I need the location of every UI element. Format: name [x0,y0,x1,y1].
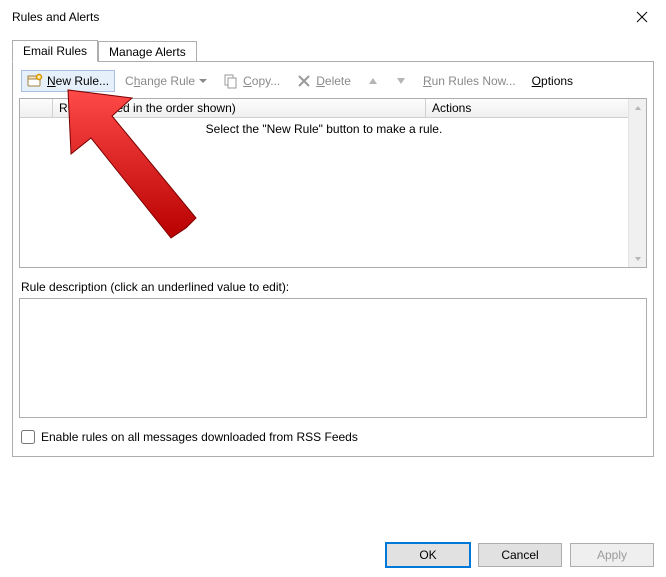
chevron-up-icon [634,104,642,112]
rules-col-rule[interactable]: Rule (applied in the order shown) [53,99,426,117]
delete-icon [296,73,312,89]
move-down-button[interactable] [389,72,413,90]
close-icon [636,11,648,23]
delete-button[interactable]: Delete [290,70,357,92]
change-rule-label: Change Rule [125,74,195,88]
ok-button[interactable]: OK [386,543,470,567]
apply-button[interactable]: Apply [570,543,654,567]
chevron-down-icon [634,255,642,263]
run-rules-now-label: Run Rules Now... [423,74,516,88]
titlebar: Rules and Alerts [0,0,666,34]
options-button[interactable]: Options [526,71,579,91]
delete-label: Delete [316,74,351,88]
run-rules-now-button[interactable]: Run Rules Now... [417,71,522,91]
copy-label: Copy... [243,74,280,88]
scroll-up-button[interactable] [629,99,646,116]
rules-list: Rule (applied in the order shown) Action… [19,98,647,268]
tab-email-rules[interactable]: Email Rules [12,40,98,62]
rules-col-checkbox[interactable] [20,99,53,117]
rules-toolbar: New Rule... Change Rule Copy... [19,68,647,98]
dialog-title: Rules and Alerts [12,10,622,24]
rule-description-box[interactable] [19,298,647,418]
tab-panel-email-rules: New Rule... Change Rule Copy... [12,61,654,457]
rules-scrollbar[interactable] [628,99,646,267]
rule-description-label: Rule description (click an underlined va… [21,280,645,294]
rss-checkbox[interactable] [21,430,35,444]
move-up-button[interactable] [361,72,385,90]
copy-icon [223,73,239,89]
tab-strip: Email Rules Manage Alerts [12,38,654,61]
new-rule-label: New Rule... [47,74,109,88]
rules-list-header: Rule (applied in the order shown) Action… [20,99,628,118]
rules-and-alerts-dialog: Rules and Alerts Email Rules Manage Aler… [0,0,666,577]
close-button[interactable] [622,3,662,31]
options-label: Options [532,74,573,88]
rss-checkbox-row[interactable]: Enable rules on all messages downloaded … [21,430,645,444]
rules-col-actions[interactable]: Actions [426,99,628,117]
copy-button[interactable]: Copy... [217,70,286,92]
caret-down-icon [199,77,207,85]
tab-manage-alerts[interactable]: Manage Alerts [98,41,197,62]
triangle-down-icon [395,75,407,87]
rules-list-body: Select the "New Rule" button to make a r… [20,118,628,267]
rss-checkbox-label: Enable rules on all messages downloaded … [41,430,358,444]
new-rule-button[interactable]: New Rule... [21,70,115,92]
triangle-up-icon [367,75,379,87]
dialog-footer: OK Cancel Apply [386,543,654,567]
change-rule-button[interactable]: Change Rule [119,71,213,91]
new-rule-icon [27,73,43,89]
scroll-down-button[interactable] [629,250,646,267]
cancel-button[interactable]: Cancel [478,543,562,567]
rules-empty-text: Select the "New Rule" button to make a r… [206,122,443,136]
